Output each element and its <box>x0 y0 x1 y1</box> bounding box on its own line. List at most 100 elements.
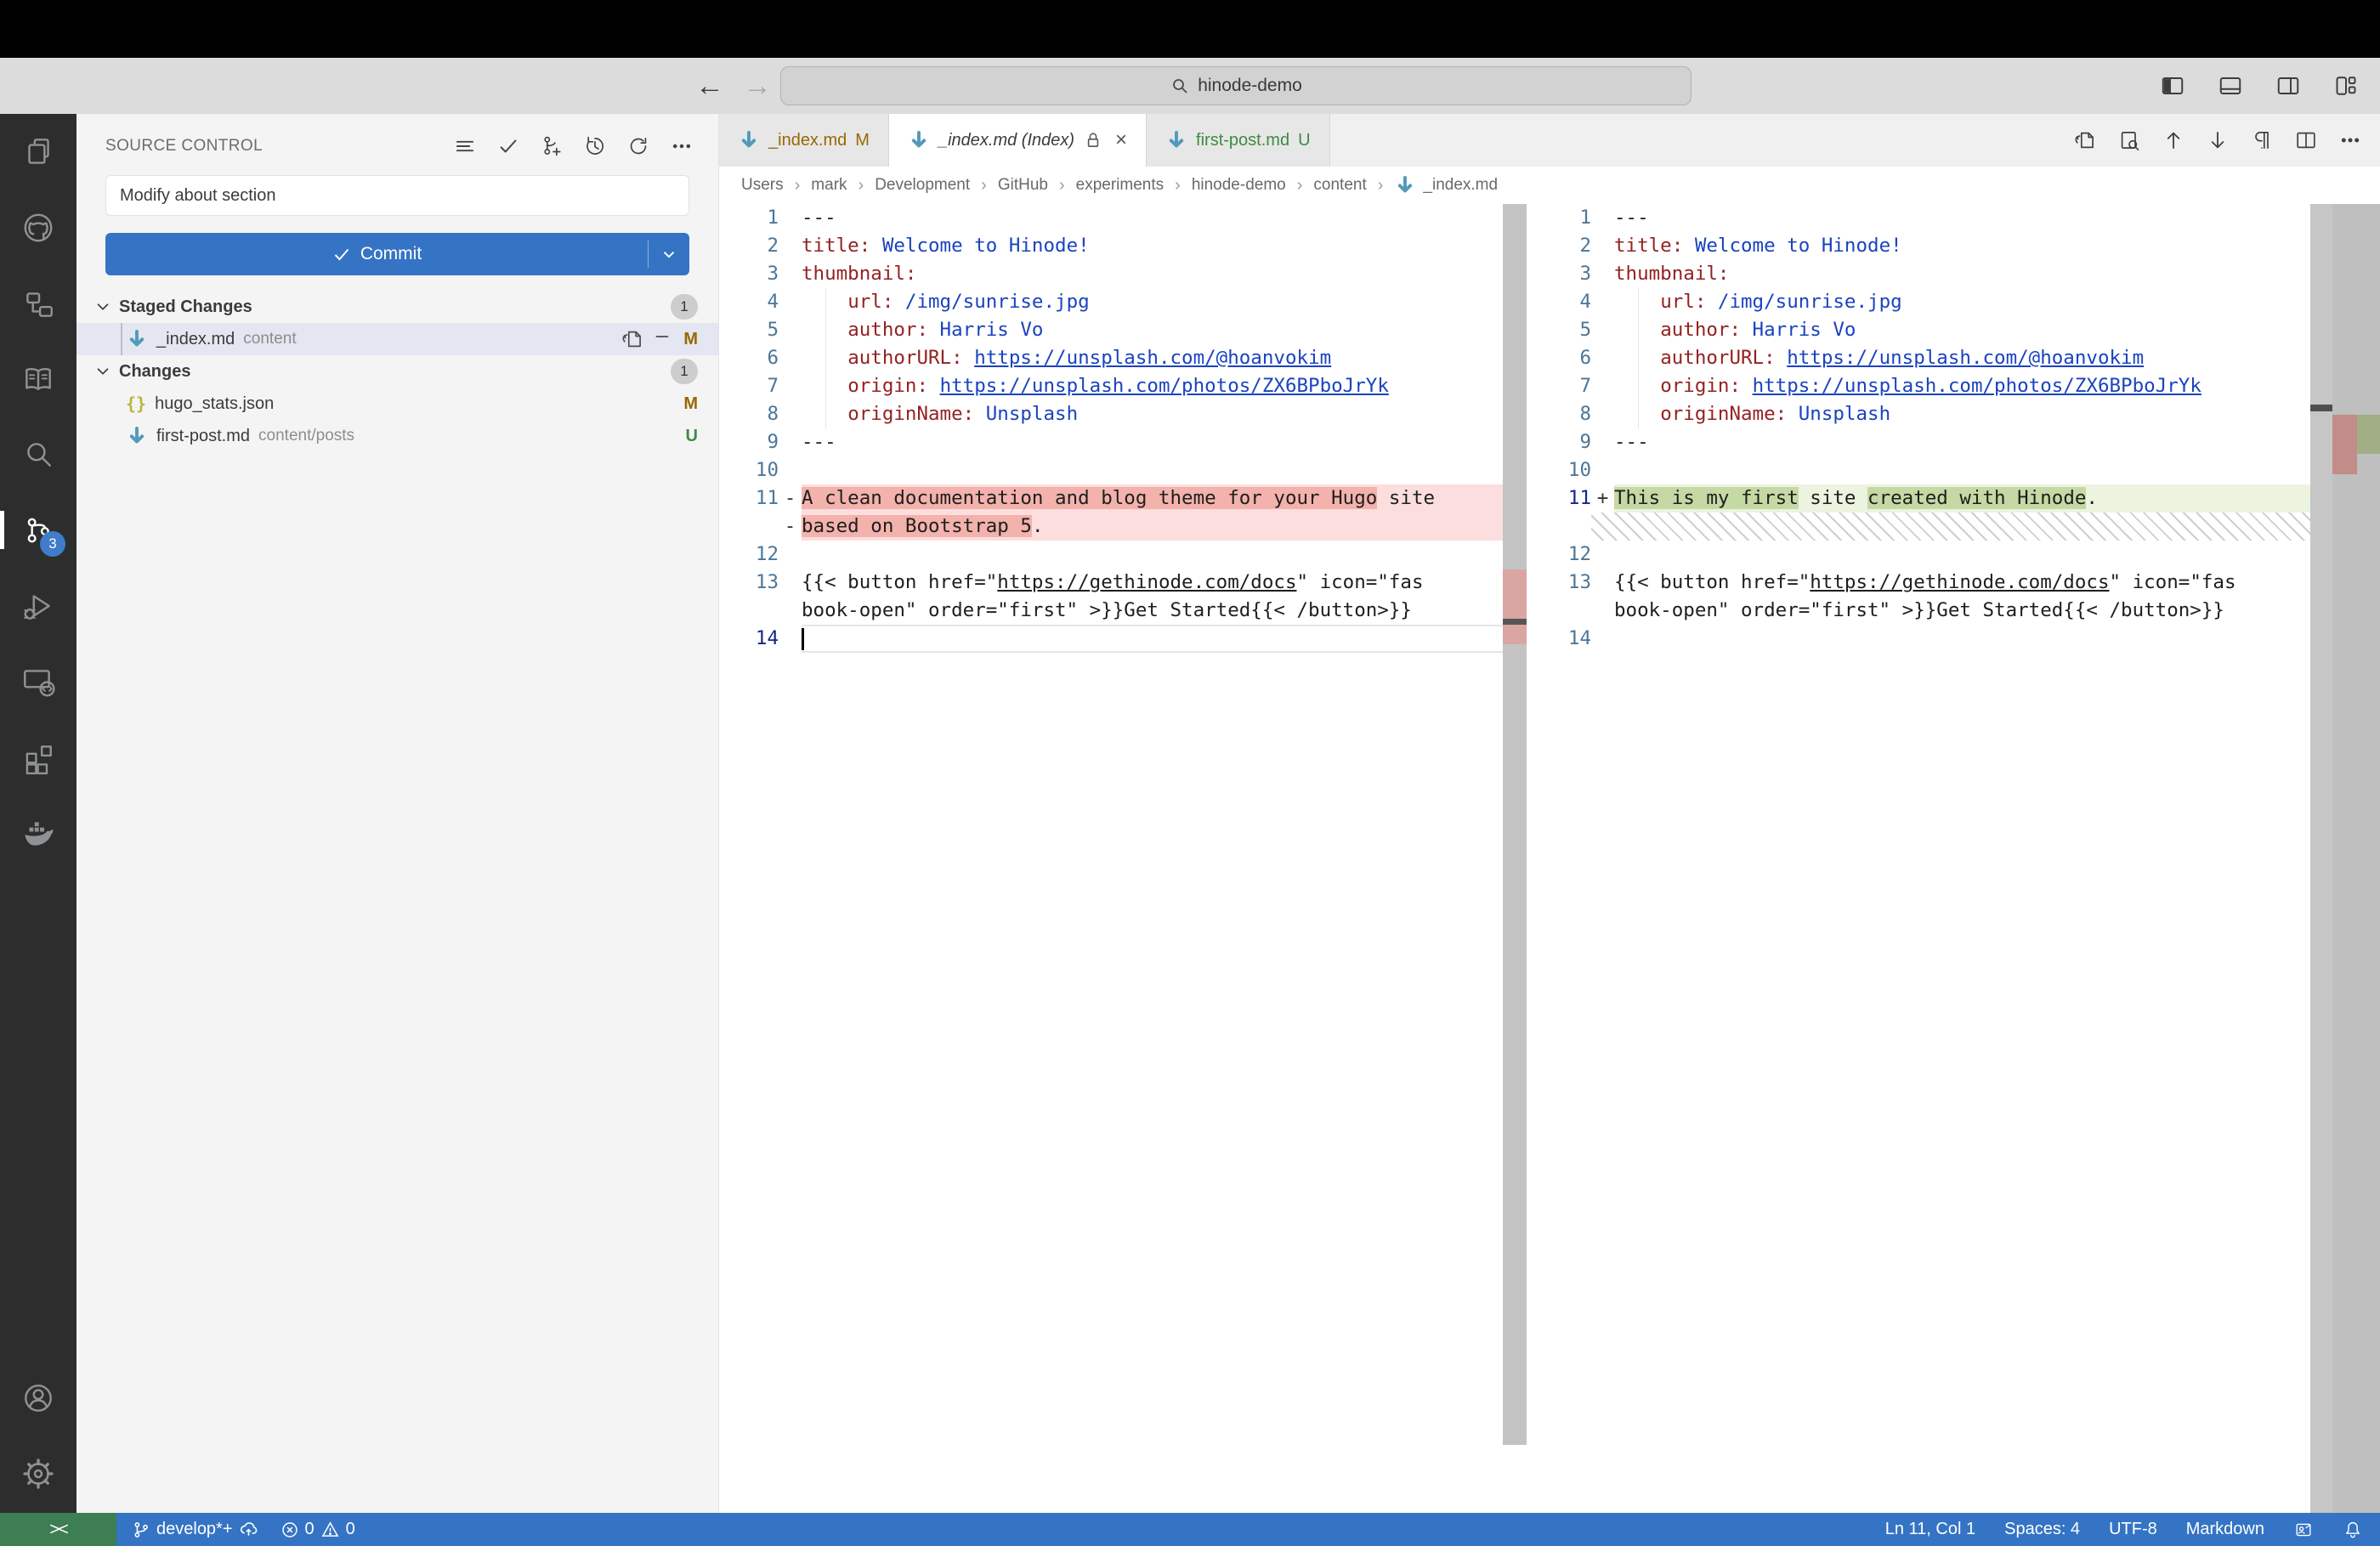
code-line[interactable]: 9--- <box>719 428 1503 456</box>
activity-search[interactable] <box>0 416 76 492</box>
status-markdown[interactable]: Markdown <box>2186 1520 2264 1539</box>
code-line[interactable]: 2title: Welcome to Hinode! <box>1566 232 2310 260</box>
activity-hierarchy[interactable] <box>0 265 76 341</box>
code-line[interactable]: 5 author: Harris Vo <box>1566 316 2310 344</box>
code-line[interactable]: 14 <box>1566 625 2310 653</box>
view-list-button[interactable] <box>452 133 478 159</box>
split-editor-button[interactable] <box>2286 122 2326 159</box>
code-line[interactable]: 10 <box>1566 456 2310 484</box>
customize-layout-button[interactable] <box>2326 65 2366 106</box>
activity-source-control[interactable]: 3 <box>0 492 76 568</box>
code-line[interactable]: 3thumbnail: <box>719 260 1503 288</box>
breadcrumb-item[interactable]: GitHub <box>998 176 1048 195</box>
breadcrumb-item[interactable]: experiments <box>1076 176 1164 195</box>
status-utf-8[interactable]: UTF-8 <box>2109 1520 2157 1539</box>
toggle-sidebar-button[interactable] <box>2152 65 2193 106</box>
breadcrumb[interactable]: Users›mark›Development›GitHub›experiment… <box>719 167 2380 204</box>
code-line[interactable]: 14 <box>719 625 1503 653</box>
code-line[interactable]: 11+This is my first site created with Hi… <box>1566 484 2310 513</box>
branch-status-item[interactable]: develop*+ <box>132 1520 258 1539</box>
open-file-button[interactable] <box>2066 122 2105 159</box>
activity-files[interactable] <box>0 114 76 190</box>
code-line[interactable]: 13{{< button href="https://gethinode.com… <box>1566 569 2310 597</box>
whitespace-button[interactable] <box>2242 122 2281 159</box>
breadcrumb-item[interactable]: hinode-demo <box>1192 176 1286 195</box>
code-line[interactable]: 7 origin: https://unsplash.com/photos/ZX… <box>1566 372 2310 400</box>
find-in-diff-button[interactable] <box>2110 122 2149 159</box>
code-line[interactable]: 8 originName: Unsplash <box>1566 400 2310 428</box>
activity-debug[interactable] <box>0 568 76 643</box>
next-change-button[interactable] <box>2198 122 2237 159</box>
code-line[interactable]: 3thumbnail: <box>1566 260 2310 288</box>
diff-modified-pane[interactable]: 1---2title: Welcome to Hinode!3thumbnail… <box>1566 204 2310 1513</box>
code-line[interactable]: 10 <box>719 456 1503 484</box>
breadcrumb-item[interactable]: Development <box>875 176 970 195</box>
code-line[interactable]: book-open" order="first" >}}Get Started{… <box>1566 597 2310 625</box>
history-button[interactable] <box>582 133 608 159</box>
code-line[interactable]: 5 author: Harris Vo <box>719 316 1503 344</box>
toggle-panel-button[interactable] <box>2210 65 2251 106</box>
code-line[interactable]: 4 url: /img/sunrise.jpg <box>1566 288 2310 316</box>
command-center-search[interactable]: hinode-demo <box>780 66 1692 105</box>
problems-status-item[interactable]: 0 0 <box>280 1520 355 1539</box>
group-staged-changes[interactable]: Staged Changes1 <box>76 291 718 323</box>
activity-account[interactable] <box>0 1360 76 1436</box>
refresh-button[interactable] <box>626 133 651 159</box>
breadcrumb-item[interactable]: content <box>1313 176 1366 195</box>
code-line[interactable]: 9--- <box>1566 428 2310 456</box>
code-line[interactable]: 6 authorURL: https://unsplash.com/@hoanv… <box>719 344 1503 372</box>
status-ln[interactable]: Ln 11, Col 1 <box>1885 1520 1975 1539</box>
scrollbar-handle[interactable] <box>1503 619 1527 625</box>
more-button[interactable] <box>669 133 694 159</box>
toggle-secondary-sidebar-button[interactable] <box>2268 65 2309 106</box>
file-row-hugo_stats.json[interactable]: {}hugo_stats.jsonM <box>76 388 718 420</box>
activity-settings[interactable] <box>0 1436 76 1511</box>
code-line[interactable]: 1--- <box>1566 204 2310 232</box>
breadcrumb-item[interactable]: mark <box>811 176 847 195</box>
code-line[interactable]: 6 authorURL: https://unsplash.com/@hoanv… <box>1566 344 2310 372</box>
activity-extensions[interactable] <box>0 719 76 795</box>
code-line[interactable]: 2title: Welcome to Hinode! <box>719 232 1503 260</box>
previous-change-button[interactable] <box>2154 122 2193 159</box>
code-line[interactable]: -based on Bootstrap 5. <box>719 513 1503 541</box>
activity-github[interactable] <box>0 190 76 265</box>
remote-indicator[interactable]: >< <box>0 1513 116 1546</box>
bell-button[interactable] <box>2343 1520 2363 1540</box>
tab-_index.md-Index-[interactable]: _index.md (Index)× <box>889 114 1147 167</box>
scrollbar-handle[interactable] <box>2310 405 2332 411</box>
activity-remote-explorer[interactable] <box>0 643 76 719</box>
open-file-icon[interactable] <box>620 327 644 351</box>
file-row-_index.md[interactable]: _index.mdcontentM <box>76 323 718 355</box>
commit-message-input[interactable]: Modify about section <box>105 175 689 216</box>
feedback-button[interactable] <box>2293 1520 2314 1540</box>
commit-check-button[interactable] <box>496 133 521 159</box>
group-changes[interactable]: Changes1 <box>76 355 718 388</box>
code-line[interactable]: 12 <box>1566 541 2310 569</box>
more-actions-button[interactable] <box>2331 122 2370 159</box>
activity-docker[interactable] <box>0 795 76 870</box>
code-line[interactable]: book-open" order="first" >}}Get Started{… <box>719 597 1503 625</box>
history-back-button[interactable]: ← <box>690 66 729 105</box>
diff-right-scrollbar[interactable] <box>2310 204 2380 1513</box>
diff-original-pane[interactable]: 1---2title: Welcome to Hinode!3thumbnail… <box>719 204 1503 1513</box>
code-line[interactable]: 8 originName: Unsplash <box>719 400 1503 428</box>
breadcrumb-item[interactable]: Users <box>741 176 784 195</box>
code-line[interactable]: 4 url: /img/sunrise.jpg <box>719 288 1503 316</box>
code-line[interactable]: 1--- <box>719 204 1503 232</box>
activity-book[interactable] <box>0 341 76 416</box>
branch-create-button[interactable] <box>539 133 564 159</box>
breadcrumb-file[interactable]: _index.md <box>1394 174 1498 196</box>
diff-left-scrollbar[interactable] <box>1503 204 1527 1445</box>
tab-first-post.md[interactable]: first-post.mdU <box>1147 114 1329 167</box>
commit-dropdown-button[interactable] <box>649 245 689 263</box>
tab-_index.md[interactable]: _index.mdM <box>719 114 889 167</box>
commit-button[interactable]: Commit <box>105 233 689 275</box>
file-row-first-post.md[interactable]: first-post.mdcontent/postsU <box>76 420 718 452</box>
unstage-icon[interactable] <box>653 327 672 351</box>
code-line[interactable]: 11-A clean documentation and blog theme … <box>719 484 1503 513</box>
code-line[interactable]: 7 origin: https://unsplash.com/photos/ZX… <box>719 372 1503 400</box>
code-line[interactable]: 12 <box>719 541 1503 569</box>
history-forward-button[interactable]: → <box>738 66 777 105</box>
close-icon[interactable]: × <box>1115 128 1127 152</box>
code-line[interactable]: 13{{< button href="https://gethinode.com… <box>719 569 1503 597</box>
